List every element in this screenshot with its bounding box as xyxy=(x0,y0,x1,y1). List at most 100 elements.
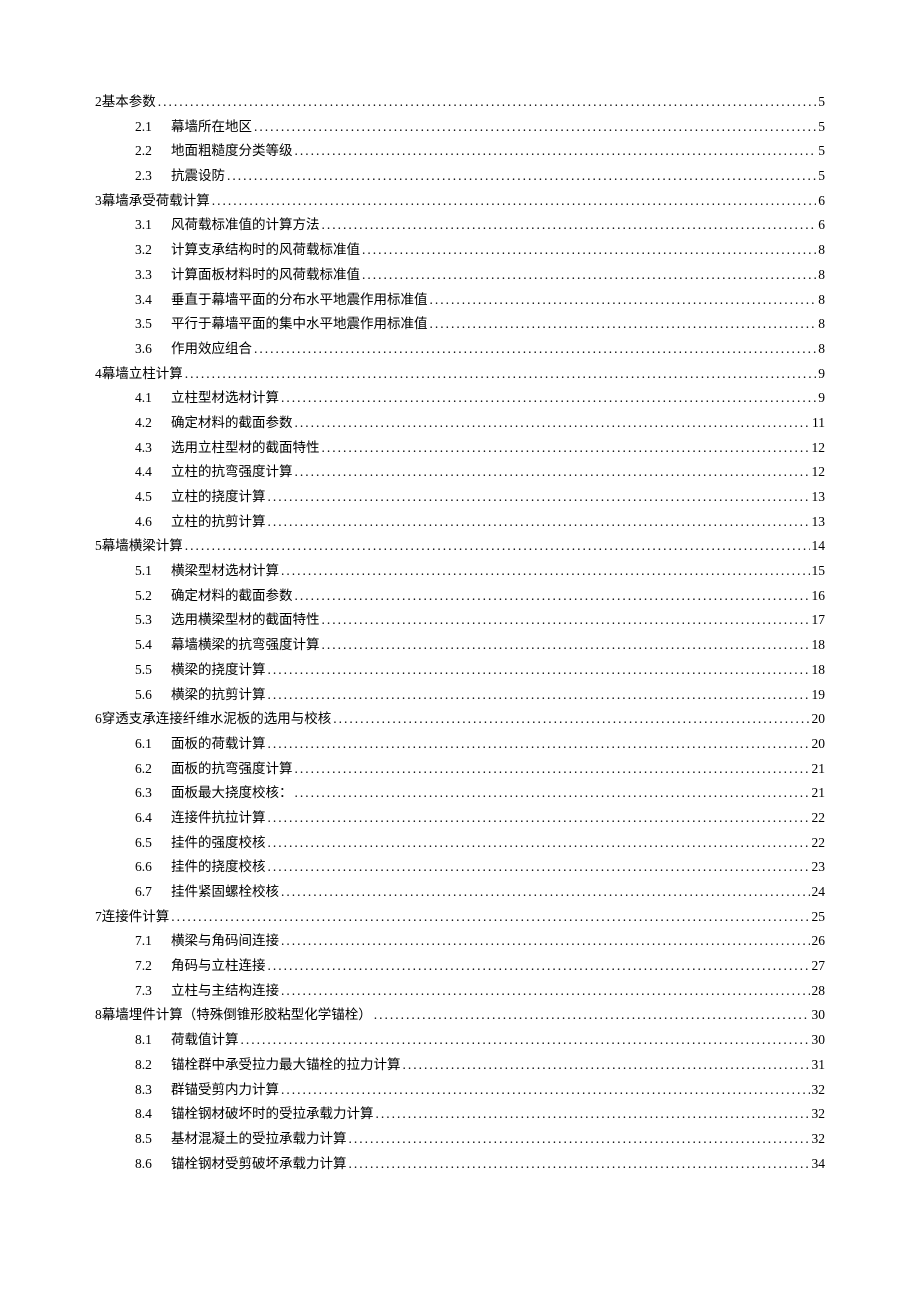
toc-entry-number: 3.6 xyxy=(135,342,171,356)
toc-entry[interactable]: 6.7挂件紧固螺栓校核24 xyxy=(135,885,825,899)
toc-entry[interactable]: 6.1面板的荷载计算20 xyxy=(135,737,825,751)
toc-entry-title: 平行于幕墙平面的集中水平地震作用标准值 xyxy=(171,317,428,331)
toc-leader-dots xyxy=(430,317,817,331)
toc-entry-number: 4.6 xyxy=(135,515,171,529)
toc-leader-dots xyxy=(322,638,810,652)
toc-entry-number: 8.4 xyxy=(135,1107,171,1121)
toc-entry[interactable]: 3.6作用效应组合8 xyxy=(135,342,825,356)
toc-entry[interactable]: 6 穿透支承连接纤维水泥板的选用与校核20 xyxy=(95,712,825,726)
toc-entry[interactable]: 8.2锚栓群中承受拉力最大锚栓的拉力计算31 xyxy=(135,1058,825,1072)
toc-entry-number: 5.5 xyxy=(135,663,171,677)
toc-entry[interactable]: 7 连接件计算25 xyxy=(95,910,825,924)
toc-entry-title: 幕墙立柱计算 xyxy=(102,367,183,381)
toc-leader-dots xyxy=(430,293,817,307)
toc-entry[interactable]: 6.2面板的抗弯强度计算21 xyxy=(135,762,825,776)
toc-entry-page: 5 xyxy=(818,120,825,134)
toc-leader-dots xyxy=(362,268,816,282)
toc-leader-dots xyxy=(268,860,810,874)
toc-entry-title: 作用效应组合 xyxy=(171,342,252,356)
toc-entry-title: 基本参数 xyxy=(102,95,156,109)
toc-entry[interactable]: 8.5基材混凝土的受拉承载力计算32 xyxy=(135,1132,825,1146)
toc-entry-number: 3.1 xyxy=(135,218,171,232)
toc-entry[interactable]: 8.3群锚受剪内力计算32 xyxy=(135,1083,825,1097)
toc-entry[interactable]: 3.1风荷载标准值的计算方法6 xyxy=(135,218,825,232)
toc-entry-page: 6 xyxy=(818,194,825,208)
toc-leader-dots xyxy=(295,589,810,603)
toc-leader-dots xyxy=(295,416,811,430)
toc-entry-number: 7.2 xyxy=(135,959,171,973)
toc-entry-number: 4.5 xyxy=(135,490,171,504)
toc-entry-page: 15 xyxy=(812,564,826,578)
toc-leader-dots xyxy=(376,1107,810,1121)
toc-entry[interactable]: 4.2确定材料的截面参数11 xyxy=(135,416,825,430)
toc-leader-dots xyxy=(281,984,810,998)
toc-entry[interactable]: 5.3选用横梁型材的截面特性17 xyxy=(135,613,825,627)
toc-entry-number: 8.5 xyxy=(135,1132,171,1146)
toc-entry-title: 群锚受剪内力计算 xyxy=(171,1083,279,1097)
toc-entry-page: 14 xyxy=(812,539,826,553)
toc-entry[interactable]: 5 幕墙横梁计算14 xyxy=(95,539,825,553)
toc-entry[interactable]: 7.1横梁与角码间连接26 xyxy=(135,934,825,948)
toc-entry[interactable]: 8 幕墙埋件计算（特殊倒锥形胶粘型化学锚栓）30 xyxy=(95,1008,825,1022)
toc-entry-page: 17 xyxy=(812,613,826,627)
toc-entry[interactable]: 8.4锚栓钢材破坏时的受拉承载力计算32 xyxy=(135,1107,825,1121)
toc-leader-dots xyxy=(254,342,816,356)
toc-entry-title: 面板的荷载计算 xyxy=(171,737,266,751)
toc-entry[interactable]: 7.2角码与立柱连接27 xyxy=(135,959,825,973)
toc-leader-dots xyxy=(268,959,810,973)
toc-entry-number: 2.1 xyxy=(135,120,171,134)
toc-entry-title: 风荷载标准值的计算方法 xyxy=(171,218,320,232)
toc-entry[interactable]: 4.5立柱的挠度计算13 xyxy=(135,490,825,504)
toc-entry[interactable]: 5.2确定材料的截面参数16 xyxy=(135,589,825,603)
toc-entry[interactable]: 6.4连接件抗拉计算22 xyxy=(135,811,825,825)
toc-entry[interactable]: 3.3计算面板材料时的风荷载标准值8 xyxy=(135,268,825,282)
toc-leader-dots xyxy=(268,811,810,825)
toc-entry[interactable]: 7.3立柱与主结构连接28 xyxy=(135,984,825,998)
toc-entry[interactable]: 4.6立柱的抗剪计算13 xyxy=(135,515,825,529)
toc-leader-dots xyxy=(295,762,810,776)
toc-entry[interactable]: 5.6横梁的抗剪计算19 xyxy=(135,688,825,702)
toc-entry-number: 6.3 xyxy=(135,786,171,800)
toc-entry[interactable]: 2.3抗震设防5 xyxy=(135,169,825,183)
toc-entry-page: 23 xyxy=(812,860,826,874)
toc-entry[interactable]: 3.2计算支承结构时的风荷载标准值8 xyxy=(135,243,825,257)
toc-entry[interactable]: 4 幕墙立柱计算9 xyxy=(95,367,825,381)
toc-leader-dots xyxy=(268,663,810,677)
toc-leader-dots xyxy=(295,144,817,158)
toc-entry-page: 18 xyxy=(812,638,826,652)
toc-entry-number: 4.4 xyxy=(135,465,171,479)
toc-entry-number: 7.1 xyxy=(135,934,171,948)
toc-entry-title: 面板的抗弯强度计算 xyxy=(171,762,293,776)
toc-entry[interactable]: 4.3选用立柱型材的截面特性12 xyxy=(135,441,825,455)
toc-entry[interactable]: 3.5平行于幕墙平面的集中水平地震作用标准值8 xyxy=(135,317,825,331)
toc-entry-title: 立柱型材选材计算 xyxy=(171,391,279,405)
toc-entry[interactable]: 6.6挂件的挠度校核23 xyxy=(135,860,825,874)
toc-entry-title: 连接件抗拉计算 xyxy=(171,811,266,825)
toc-leader-dots xyxy=(349,1157,810,1171)
toc-leader-dots xyxy=(322,613,810,627)
toc-entry-title: 角码与立柱连接 xyxy=(171,959,266,973)
toc-entry[interactable]: 8.6锚栓钢材受剪破坏承载力计算34 xyxy=(135,1157,825,1171)
toc-entry-page: 9 xyxy=(818,367,825,381)
toc-entry[interactable]: 5.4幕墙横梁的抗弯强度计算18 xyxy=(135,638,825,652)
toc-entry[interactable]: 3 幕墙承受荷载计算6 xyxy=(95,194,825,208)
toc-entry[interactable]: 8.1荷载值计算30 xyxy=(135,1033,825,1047)
toc-entry[interactable]: 5.5横梁的挠度计算18 xyxy=(135,663,825,677)
toc-entry[interactable]: 4.1立柱型材选材计算9 xyxy=(135,391,825,405)
toc-entry[interactable]: 6.5挂件的强度校核22 xyxy=(135,836,825,850)
toc-entry[interactable]: 2 基本参数5 xyxy=(95,95,825,109)
toc-leader-dots xyxy=(254,120,816,134)
toc-leader-dots xyxy=(281,1083,810,1097)
toc-entry[interactable]: 6.3面板最大挠度校核：21 xyxy=(135,786,825,800)
toc-entry[interactable]: 5.1横梁型材选材计算15 xyxy=(135,564,825,578)
toc-entry[interactable]: 2.1幕墙所在地区5 xyxy=(135,120,825,134)
toc-entry-title: 锚栓钢材受剪破坏承载力计算 xyxy=(171,1157,347,1171)
toc-entry-page: 22 xyxy=(812,836,826,850)
toc-entry-title: 锚栓群中承受拉力最大锚栓的拉力计算 xyxy=(171,1058,401,1072)
toc-entry[interactable]: 2.2地面粗糙度分类等级5 xyxy=(135,144,825,158)
toc-entry[interactable]: 3.4垂直于幕墙平面的分布水平地震作用标准值8 xyxy=(135,293,825,307)
toc-entry-number: 5.3 xyxy=(135,613,171,627)
toc-entry[interactable]: 4.4立柱的抗弯强度计算12 xyxy=(135,465,825,479)
toc-entry-title: 挂件的挠度校核 xyxy=(171,860,266,874)
toc-entry-number: 8.3 xyxy=(135,1083,171,1097)
